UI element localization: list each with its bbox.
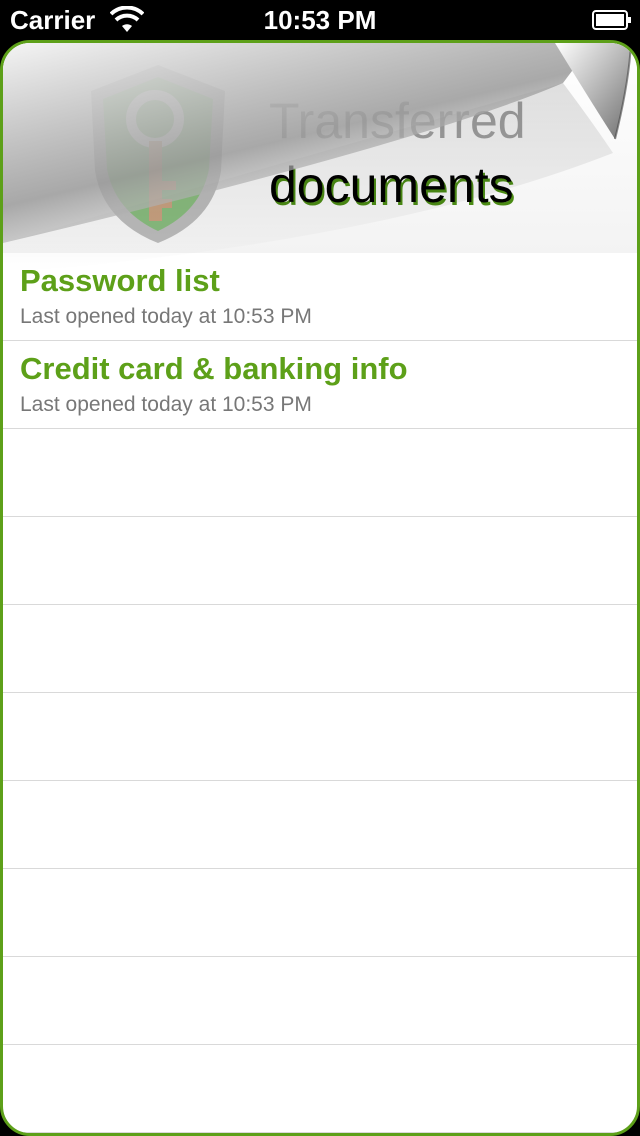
empty-row: [3, 869, 637, 957]
document-row[interactable]: Password list Last opened today at 10:53…: [3, 253, 637, 341]
empty-row: [3, 605, 637, 693]
page-title-line1: Transferred: [269, 93, 526, 149]
empty-row: [3, 1045, 637, 1133]
page-title: Transferred documents: [269, 89, 526, 217]
document-list: Password list Last opened today at 10:53…: [3, 253, 637, 1133]
document-row[interactable]: Credit card & banking info Last opened t…: [3, 341, 637, 429]
empty-row: [3, 957, 637, 1045]
empty-row: [3, 781, 637, 869]
empty-row: [3, 517, 637, 605]
empty-row: [3, 693, 637, 781]
shield-key-icon: [91, 65, 225, 243]
document-last-opened: Last opened today at 10:53 PM: [20, 393, 312, 416]
clock: 10:53 PM: [263, 5, 377, 35]
page-title-line2: documents: [269, 157, 514, 213]
document-last-opened: Last opened today at 10:53 PM: [20, 305, 312, 328]
documents-card: Transferred documents Password list Last…: [0, 40, 640, 1136]
header: Transferred documents: [3, 43, 637, 253]
document-name: Credit card & banking info: [20, 351, 408, 386]
document-name: Password list: [20, 263, 220, 298]
battery-icon: [592, 10, 631, 30]
empty-row: [3, 429, 637, 517]
app-page: Transferred documents Password list Last…: [0, 40, 640, 1136]
status-bar: Carrier 10:53 PM: [0, 0, 640, 40]
